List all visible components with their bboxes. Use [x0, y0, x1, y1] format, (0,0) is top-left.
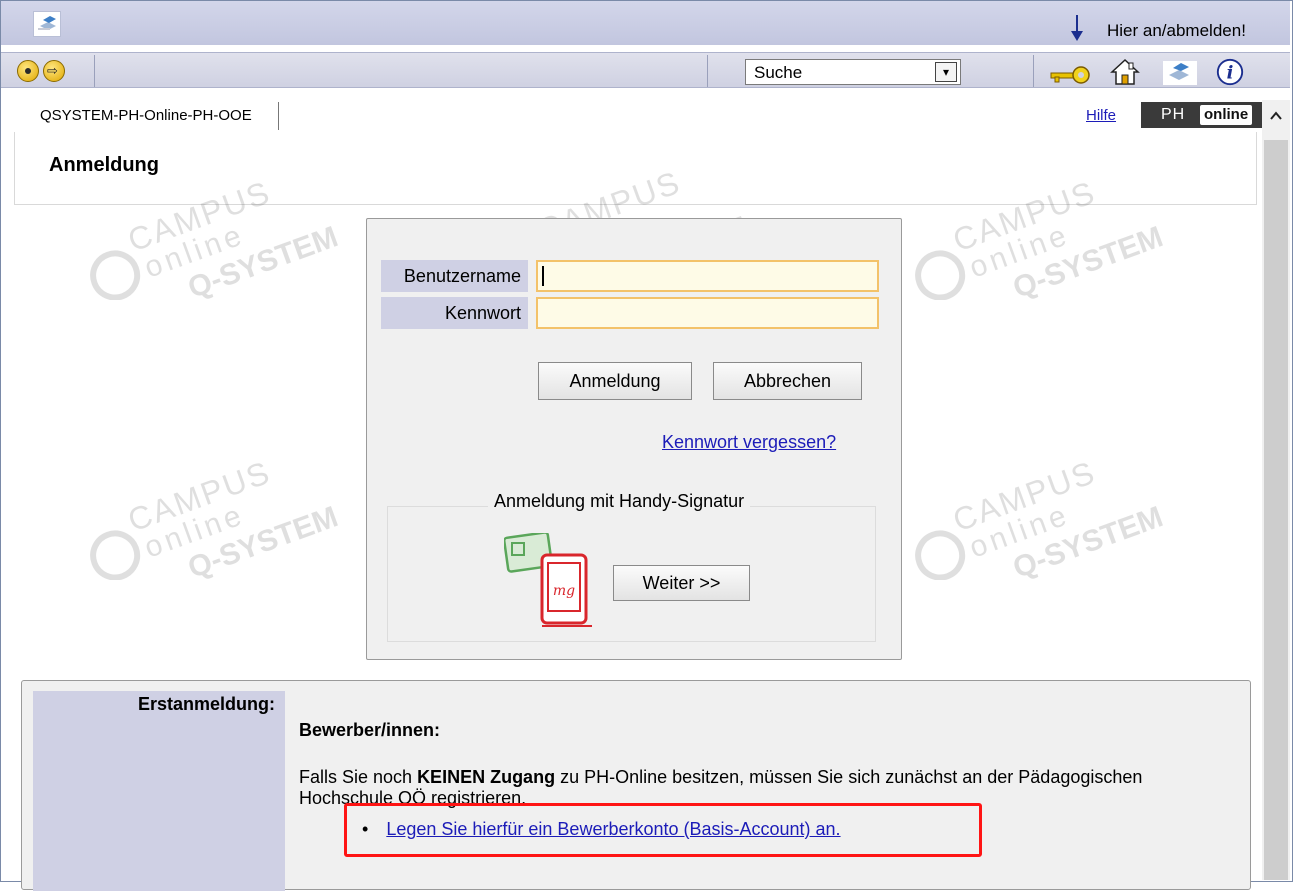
info-icon[interactable]: i: [1214, 57, 1246, 87]
badge-online-text: online: [1200, 105, 1253, 125]
app-logo-icon[interactable]: [33, 11, 61, 37]
vertical-scrollbar[interactable]: [1262, 100, 1290, 880]
record-icon[interactable]: [17, 60, 39, 82]
username-label: Benutzername: [381, 260, 528, 292]
password-field[interactable]: [536, 297, 879, 329]
breadcrumb: QSYSTEM-PH-Online-PH-OOE Hilfe PH online: [14, 102, 1267, 132]
text-caret: [542, 266, 544, 286]
login-hint-link[interactable]: Hier an/abmelden!: [1107, 21, 1246, 41]
handy-signatur-icon: mg: [504, 533, 592, 627]
ph-online-logo[interactable]: PH online: [1141, 102, 1267, 128]
svg-text:i: i: [1227, 63, 1234, 84]
applicants-title: Bewerber/innen:: [299, 720, 441, 740]
handy-weiter-button[interactable]: Weiter >>: [613, 565, 750, 601]
watermark-logo: CAMPUS online Q-SYSTEM: [915, 454, 1165, 580]
key-icon[interactable]: [1049, 57, 1093, 87]
first-login-label: Erstanmeldung:: [137, 694, 275, 714]
toolbar: ⇨ Suche ▾ i: [1, 52, 1290, 88]
create-applicant-account-link[interactable]: Legen Sie hierfür ein Bewerberkonto (Bas…: [386, 819, 840, 839]
down-arrow-icon: [1071, 15, 1083, 41]
password-label: Kennwort: [381, 297, 528, 329]
login-button[interactable]: Anmeldung: [538, 362, 692, 400]
scroll-up-icon[interactable]: [1268, 108, 1284, 124]
forward-arrow-icon[interactable]: ⇨: [43, 60, 65, 82]
handy-signatur-legend: Anmeldung mit Handy-Signatur: [488, 491, 751, 512]
handy-signatur-section: Anmeldung mit Handy-Signatur mg Weiter >…: [387, 491, 876, 642]
first-login-label-column: Erstanmeldung:: [33, 691, 285, 891]
list-item: • Legen Sie hierfür ein Bewerberkonto (Ba…: [362, 819, 841, 840]
top-bar: Hier an/abmelden!: [1, 1, 1290, 45]
forgot-password-link[interactable]: Kennwort vergessen?: [662, 432, 836, 453]
first-login-section: Erstanmeldung: Bewerber/innen: Falls Sie…: [21, 680, 1251, 891]
watermark-logo: CAMPUS online Q-SYSTEM: [915, 174, 1165, 300]
scrollbar-thumb[interactable]: [1264, 140, 1288, 880]
chevron-down-icon[interactable]: ▾: [935, 62, 957, 82]
home-icon[interactable]: [1109, 57, 1141, 87]
username-field[interactable]: [536, 260, 879, 292]
search-select-value: Suche: [754, 63, 803, 82]
app-icon[interactable]: [1159, 57, 1199, 87]
search-select[interactable]: Suche ▾: [745, 59, 961, 85]
svg-text:mg: mg: [553, 583, 575, 599]
login-form: Benutzername Kennwort Anmeldung Abbreche…: [366, 218, 902, 660]
watermark-logo: CAMPUS online Q-SYSTEM: [90, 174, 340, 300]
cancel-button[interactable]: Abbrechen: [713, 362, 862, 400]
help-link[interactable]: Hilfe: [1086, 107, 1116, 124]
bullet: •: [362, 819, 369, 839]
watermark-logo: CAMPUS online Q-SYSTEM: [90, 454, 340, 580]
breadcrumb-item[interactable]: QSYSTEM-PH-Online-PH-OOE: [14, 102, 279, 130]
badge-ph-text: PH: [1161, 106, 1186, 123]
